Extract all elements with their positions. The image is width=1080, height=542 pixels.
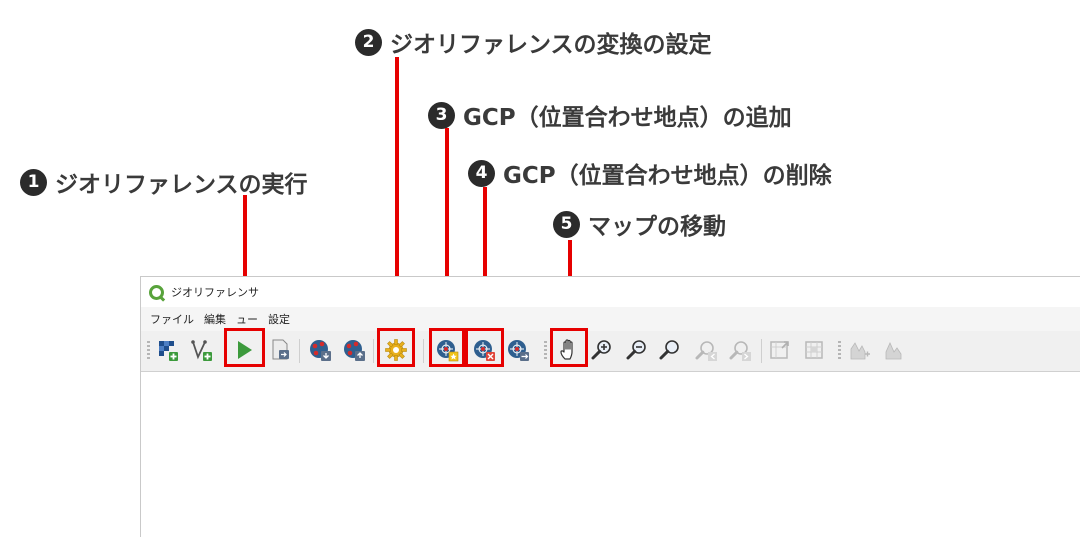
callout-delete-gcp: 4 GCP（位置合わせ地点）の削除 [468,156,832,190]
link-qgis-icon[interactable] [801,337,827,363]
callout-number: 1 [20,168,47,196]
georeferencer-window: ジオリファレンサ ファイル 編集 ュー 設定 [140,276,1080,542]
callout-text: ジオリファレンスの実行 [55,172,308,198]
qgis-logo-icon [149,284,164,300]
zoom-in-icon[interactable] [589,337,615,363]
menu-file[interactable]: ファイル [150,311,194,327]
zoom-out-icon[interactable] [624,337,650,363]
callout-add-gcp: 3 GCP（位置合わせ地点）の追加 [428,98,792,132]
callout-number: 3 [428,101,455,129]
window-title: ジオリファレンサ [171,286,259,299]
callout-text: ジオリファレンスの変換の設定 [390,32,712,58]
callout-text: マップの移動 [588,214,726,240]
menu-bar: ファイル 編集 ュー 設定 [141,307,1080,331]
highlight-pan [550,328,588,367]
highlight-start-georeferencing [224,328,265,367]
open-vector-icon[interactable] [189,337,215,363]
menu-edit[interactable]: 編集 [204,311,226,327]
toolbar-grip[interactable] [147,341,150,361]
toolbar-separator [761,339,762,363]
callout-run-georeference: 1 ジオリファレンスの実行 [20,165,308,199]
load-gcp-icon[interactable] [307,337,333,363]
toolbar-separator [299,339,300,363]
title-bar: ジオリファレンサ [141,277,1080,307]
callout-number: 4 [468,159,495,187]
callout-transform-settings: 2 ジオリファレンスの変換の設定 [355,25,712,59]
zoom-layer-icon[interactable] [657,337,683,363]
toolbar-grip[interactable] [544,341,547,361]
menu-view[interactable]: ュー [236,311,258,327]
highlight-delete-point [465,328,504,367]
highlight-transformation-settings [377,328,415,367]
toolbar-separator [423,339,424,363]
callout-number: 2 [355,28,382,56]
histogram-icon[interactable] [847,337,873,363]
callout-pan-map: 5 マップの移動 [553,207,726,241]
highlight-add-point [429,328,465,367]
link-georef-icon[interactable] [767,337,793,363]
move-gcp-icon[interactable] [505,337,531,363]
callout-number: 5 [553,210,580,238]
callout-text: GCP（位置合わせ地点）の削除 [503,163,832,189]
local-histogram-icon[interactable] [881,337,907,363]
toolbar-grip[interactable] [838,341,841,361]
save-gcp-icon[interactable] [341,337,367,363]
zoom-next-icon[interactable] [727,337,753,363]
callout-text: GCP（位置合わせ地点）の追加 [463,105,792,131]
map-canvas[interactable] [141,371,1080,542]
toolbar [141,331,1080,372]
toolbar-separator [373,339,374,363]
open-raster-icon[interactable] [155,337,181,363]
zoom-last-icon[interactable] [693,337,719,363]
generate-gdal-script-icon[interactable] [267,337,293,363]
menu-settings[interactable]: 設定 [268,311,290,327]
